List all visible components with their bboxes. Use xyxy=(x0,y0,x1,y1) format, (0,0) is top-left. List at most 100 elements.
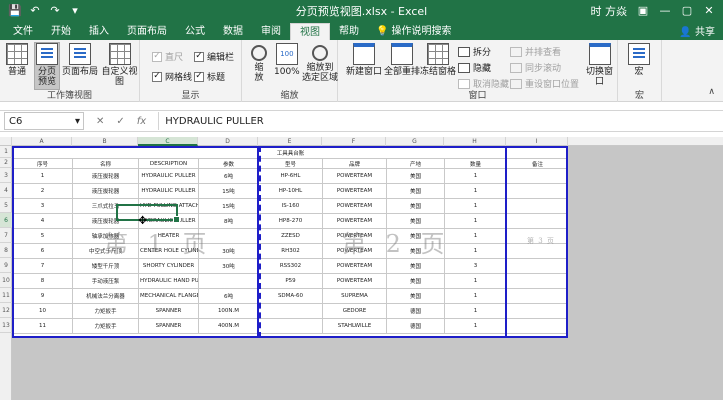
cell-param[interactable]: 400N.M xyxy=(198,318,259,334)
cell-model[interactable]: HP-10HL xyxy=(258,183,323,199)
customize-quick-access-icon[interactable]: ▾ xyxy=(68,4,82,17)
page-layout-view-button[interactable]: 页面布局 xyxy=(62,43,98,77)
row-header-1[interactable]: 1 xyxy=(0,146,12,158)
cell-note[interactable] xyxy=(506,243,569,259)
column-header-g[interactable]: G xyxy=(386,137,444,146)
cell-param[interactable]: 6吨 xyxy=(198,288,259,304)
cell-name[interactable]: 液压拔轮器 xyxy=(72,168,139,184)
formula-input[interactable]: HYDRAULIC PULLER xyxy=(158,112,723,130)
switch-windows-button[interactable]: 切换窗口 xyxy=(582,43,617,87)
row-header-4[interactable]: 4 xyxy=(0,183,12,198)
cell-model[interactable]: HP-6HL xyxy=(258,168,323,184)
cell-description[interactable]: SPANNER xyxy=(138,303,199,319)
cell-name[interactable]: 机械法兰分离器 xyxy=(72,288,139,304)
cell-param[interactable]: 30吨 xyxy=(198,258,259,274)
cell-param[interactable]: 30吨 xyxy=(198,243,259,259)
cell-qty[interactable]: 1 xyxy=(444,198,507,214)
cell-origin[interactable]: 美国 xyxy=(386,168,445,184)
zoom-100-button[interactable]: 100 100% xyxy=(274,43,300,77)
header-cell-brand[interactable]: 品牌 xyxy=(322,158,387,169)
custom-views-button[interactable]: 自定义视图 xyxy=(100,43,139,87)
cell-brand[interactable]: POWERTEAM xyxy=(322,168,387,184)
enter-icon[interactable]: ✓ xyxy=(116,116,124,127)
row-header-3[interactable]: 3 xyxy=(0,168,12,183)
cell-brand[interactable]: POWERTEAM xyxy=(322,258,387,274)
cell-model[interactable]: P59 xyxy=(258,273,323,289)
tab-review[interactable]: 审阅 xyxy=(252,23,290,40)
ruler-checkbox[interactable]: ✓ 直尺 xyxy=(152,50,183,63)
maximize-button[interactable]: ▢ xyxy=(681,4,693,17)
cell-qty[interactable]: 1 xyxy=(444,228,507,244)
cell-origin[interactable]: 德国 xyxy=(386,303,445,319)
chevron-down-icon[interactable]: ▾ xyxy=(75,116,80,127)
cell-no[interactable]: 3 xyxy=(12,198,73,214)
redo-icon[interactable]: ↷ xyxy=(48,4,62,17)
cell-description[interactable]: HEATER xyxy=(138,228,199,244)
cell-note[interactable] xyxy=(506,213,569,229)
cell-name[interactable]: 液压拔轮器 xyxy=(72,213,139,229)
cell-brand[interactable]: POWERTEAM xyxy=(322,273,387,289)
ribbon-display-options-icon[interactable]: ▣ xyxy=(637,4,649,17)
cell-qty[interactable]: 1 xyxy=(444,318,507,334)
row-header-10[interactable]: 10 xyxy=(0,273,12,288)
cell-param[interactable]: 8吨 xyxy=(198,213,259,229)
row-header-6[interactable]: 6 xyxy=(0,213,12,228)
cell-param[interactable] xyxy=(198,228,259,244)
minimize-button[interactable]: — xyxy=(659,4,671,17)
sync-scroll-button[interactable]: 同步滚动 xyxy=(510,61,561,74)
select-all-corner[interactable] xyxy=(0,137,12,146)
header-cell-param[interactable]: 参数 xyxy=(198,158,259,169)
cell-description[interactable]: HYD PULLING ATTACH xyxy=(138,198,199,214)
cell-origin[interactable]: 美国 xyxy=(386,183,445,199)
cell-name[interactable]: 手动液压泵 xyxy=(72,273,139,289)
cell-brand[interactable]: POWERTEAM xyxy=(322,243,387,259)
cell-origin[interactable]: 美国 xyxy=(386,288,445,304)
cell-brand[interactable]: POWERTEAM xyxy=(322,213,387,229)
cell-model[interactable]: ZZESD xyxy=(258,228,323,244)
cell-name[interactable]: 力矩扳手 xyxy=(72,318,139,334)
sheet-title-cell[interactable]: 工具具台账 xyxy=(12,146,569,159)
cell-name[interactable]: 中空式千斤顶 xyxy=(72,243,139,259)
cell-description[interactable]: MECHANICAL FLANGE SPREADER xyxy=(138,288,199,304)
cell-description[interactable]: HYDRAULIC HAND PUMP xyxy=(138,273,199,289)
row-header-8[interactable]: 8 xyxy=(0,243,12,258)
cell-no[interactable]: 1 xyxy=(12,168,73,184)
header-cell-note[interactable]: 备注 xyxy=(506,158,569,169)
cell-model[interactable] xyxy=(258,303,323,319)
row-header-11[interactable]: 11 xyxy=(0,288,12,303)
cell-description[interactable]: SHORTY CYLINDER xyxy=(138,258,199,274)
tab-page-layout[interactable]: 页面布局 xyxy=(118,23,176,40)
cancel-icon[interactable]: ✕ xyxy=(96,116,104,127)
cell-name[interactable]: 力矩扳手 xyxy=(72,303,139,319)
macros-button[interactable]: 宏 xyxy=(628,43,650,77)
cell-note[interactable] xyxy=(506,318,569,334)
cell-no[interactable]: 11 xyxy=(12,318,73,334)
cell-note[interactable] xyxy=(506,258,569,274)
name-box[interactable]: C6 ▾ xyxy=(4,112,84,130)
cell-description[interactable]: SPANNER xyxy=(138,318,199,334)
row-header-5[interactable]: 5 xyxy=(0,198,12,213)
header-cell-no[interactable]: 序号 xyxy=(12,158,73,169)
cell-origin[interactable]: 美国 xyxy=(386,258,445,274)
cell-note[interactable] xyxy=(506,183,569,199)
cell-brand[interactable]: POWERTEAM xyxy=(322,198,387,214)
tab-file[interactable]: 文件 xyxy=(4,23,42,40)
normal-view-button[interactable]: 普通 xyxy=(6,43,28,77)
row-header-7[interactable]: 7 xyxy=(0,228,12,243)
cell-qty[interactable]: 1 xyxy=(444,288,507,304)
row-header-2[interactable]: 2 xyxy=(0,158,12,168)
cell-note[interactable] xyxy=(506,288,569,304)
cell-brand[interactable]: POWERTEAM xyxy=(322,183,387,199)
hide-button[interactable]: 隐藏 xyxy=(458,61,491,74)
cell-note[interactable] xyxy=(506,228,569,244)
header-cell-description[interactable]: DESCRIPTION xyxy=(138,158,199,169)
cell-model[interactable]: IS-160 xyxy=(258,198,323,214)
cell-brand[interactable]: SUPREMA xyxy=(322,288,387,304)
cell-note[interactable] xyxy=(506,303,569,319)
cell-qty[interactable]: 1 xyxy=(444,213,507,229)
page-break-preview-button[interactable]: 分页 预览 xyxy=(34,42,60,90)
cell-model[interactable]: HP8-270 xyxy=(258,213,323,229)
undo-icon[interactable]: ↶ xyxy=(28,4,42,17)
zoom-button[interactable]: 缩 放 xyxy=(248,43,270,83)
cell-name[interactable]: 液压拔轮器 xyxy=(72,183,139,199)
